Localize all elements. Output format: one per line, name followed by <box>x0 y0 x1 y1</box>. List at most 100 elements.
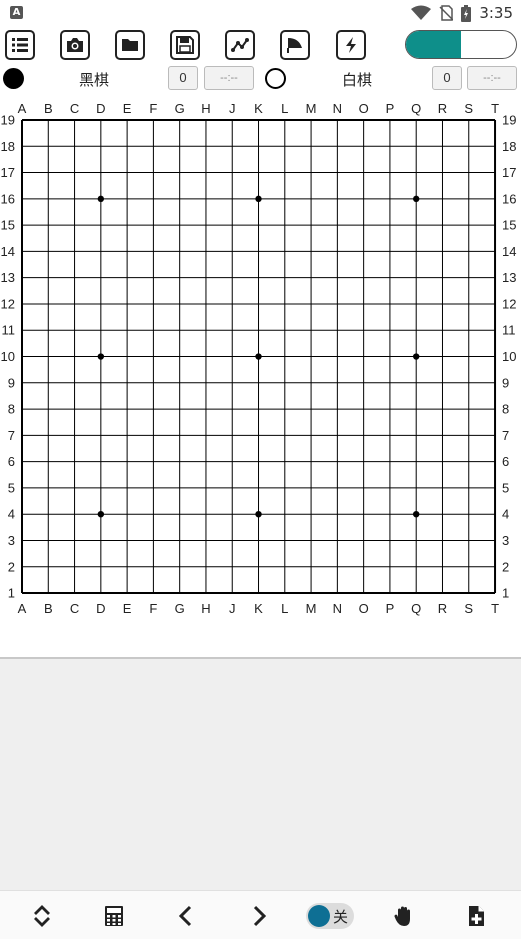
switch-label: 关 <box>333 908 349 926</box>
star-point <box>255 195 262 203</box>
row-label-left: 16 <box>1 191 15 206</box>
clock-time: 3:35 <box>479 4 513 22</box>
row-label-left: 12 <box>1 296 15 311</box>
black-captures: 0 <box>168 66 198 90</box>
column-label-bottom: K <box>254 601 263 616</box>
folder-icon <box>122 39 138 51</box>
chevron-left-icon <box>178 905 192 927</box>
column-label-bottom: N <box>333 601 342 616</box>
bottom-toolbar: 关 <box>0 890 521 939</box>
auto-switch[interactable]: 关 <box>306 903 354 929</box>
row-label-right: 5 <box>502 480 509 495</box>
column-label-top: J <box>229 101 236 116</box>
row-label-left: 13 <box>1 270 15 285</box>
column-label-bottom: F <box>149 601 157 616</box>
list-icon <box>12 38 28 52</box>
info-panel <box>0 659 521 890</box>
row-label-left: 10 <box>1 349 15 364</box>
star-point <box>413 511 420 518</box>
analysis-button[interactable] <box>225 30 255 60</box>
column-label-bottom: L <box>281 601 288 616</box>
column-label-top: B <box>44 101 53 116</box>
row-label-left: 2 <box>8 559 15 574</box>
save-icon <box>176 36 194 54</box>
row-label-left: 1 <box>8 586 15 601</box>
quick-play-button[interactable] <box>336 30 366 60</box>
column-label-top: H <box>201 101 210 116</box>
white-stone-icon <box>265 68 286 89</box>
row-label-left: 17 <box>1 165 15 180</box>
column-label-top: L <box>281 101 288 116</box>
add-board-button[interactable] <box>463 903 489 929</box>
row-label-left: 3 <box>8 533 15 548</box>
flag-icon <box>287 38 302 53</box>
row-label-left: 11 <box>2 323 16 338</box>
row-label-right: 17 <box>502 165 516 180</box>
row-label-right: 14 <box>502 244 516 259</box>
expand-collapse-button[interactable] <box>29 903 55 929</box>
add-board-icon <box>469 906 484 926</box>
previous-move-button[interactable] <box>173 903 199 929</box>
row-label-right: 3 <box>502 533 509 548</box>
open-folder-button[interactable] <box>115 30 145 60</box>
next-move-button[interactable] <box>246 903 272 929</box>
column-label-bottom: C <box>70 601 79 616</box>
go-board[interactable]: AABBCCDDEEFFGGHHJJKKLLMMNNOOPPQQRRSSTT19… <box>0 96 521 620</box>
column-label-top: O <box>359 101 369 116</box>
row-label-right: 10 <box>502 349 516 364</box>
switch-knob <box>308 905 330 927</box>
lightning-icon <box>346 37 356 53</box>
hand-button[interactable] <box>391 903 417 929</box>
battery-icon <box>461 4 472 22</box>
row-label-right: 19 <box>502 113 516 128</box>
column-label-top: C <box>70 101 79 116</box>
row-label-right: 8 <box>502 402 509 417</box>
save-button[interactable] <box>170 30 200 60</box>
row-label-right: 13 <box>502 270 516 285</box>
column-label-top: S <box>464 101 473 116</box>
column-label-top: Q <box>411 101 421 116</box>
row-label-left: 19 <box>1 113 15 128</box>
expand-collapse-icon <box>34 905 50 927</box>
row-label-left: 8 <box>8 402 15 417</box>
hand-icon <box>394 906 410 926</box>
row-label-left: 4 <box>8 507 15 522</box>
row-label-left: 9 <box>8 375 15 390</box>
column-label-bottom: T <box>491 601 499 616</box>
column-label-top: F <box>149 101 157 116</box>
star-point <box>255 353 262 360</box>
row-label-right: 16 <box>502 191 516 206</box>
column-label-bottom: J <box>229 601 236 616</box>
black-player-name: 黑棋 <box>79 71 110 89</box>
toolbar <box>0 28 521 64</box>
column-label-bottom: A <box>18 601 27 616</box>
calculator-button[interactable] <box>101 903 127 929</box>
column-label-bottom: D <box>96 601 105 616</box>
row-label-right: 18 <box>502 139 516 154</box>
flag-button[interactable] <box>280 30 310 60</box>
list-button[interactable] <box>5 30 35 60</box>
camera-icon <box>67 38 83 52</box>
row-label-left: 7 <box>8 428 15 443</box>
star-point <box>413 195 420 203</box>
column-label-top: A <box>18 101 27 116</box>
row-label-left: 14 <box>1 244 15 259</box>
star-point <box>255 511 262 518</box>
column-label-top: T <box>491 101 499 116</box>
mode-toggle[interactable] <box>405 30 517 59</box>
chevron-right-icon <box>253 905 267 927</box>
column-label-top: M <box>306 101 317 116</box>
row-label-right: 6 <box>502 454 509 469</box>
camera-button[interactable] <box>60 30 90 60</box>
row-label-right: 2 <box>502 559 509 574</box>
column-label-top: N <box>333 101 342 116</box>
black-stone-icon <box>3 68 24 89</box>
column-label-top: E <box>123 101 132 116</box>
row-label-left: 18 <box>1 139 15 154</box>
column-label-bottom: E <box>123 601 132 616</box>
column-label-bottom: O <box>359 601 369 616</box>
row-label-left: 15 <box>1 218 15 233</box>
column-label-bottom: M <box>306 601 317 616</box>
star-point <box>413 353 420 360</box>
column-label-bottom: R <box>438 601 447 616</box>
